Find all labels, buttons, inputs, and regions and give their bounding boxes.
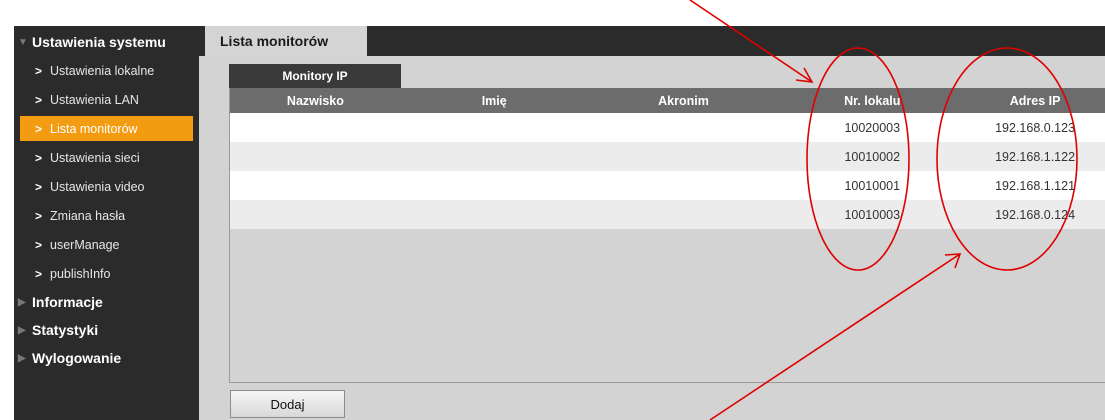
- cell-adres-ip: 192.168.1.121: [995, 178, 1076, 193]
- chevron-right-icon: >: [35, 63, 43, 78]
- cell-imie: [401, 171, 588, 200]
- chevron-right-icon: >: [35, 179, 43, 194]
- cell-nazwisko: [230, 142, 401, 171]
- table-row[interactable]: 10010003 192.168.0.124: [230, 200, 1105, 229]
- sidebar-item-ustawienia-lokalne[interactable]: > Ustawienia lokalne: [14, 56, 199, 85]
- subtab-label: Monitory IP: [282, 69, 348, 83]
- section-informacje[interactable]: ▶ Informacje: [14, 288, 199, 316]
- sidebar: ▼ Ustawienia systemu > Ustawienia lokaln…: [14, 26, 199, 420]
- cell-adres-ip: 192.168.0.123: [995, 120, 1076, 135]
- cell-nazwisko: [230, 113, 401, 142]
- column-header-adres-ip[interactable]: Adres IP: [965, 88, 1105, 113]
- tab-lista-monitorow[interactable]: Lista monitorów: [205, 26, 367, 56]
- section-wylogowanie[interactable]: ▶ Wylogowanie: [14, 344, 199, 372]
- cell-nr-lokalu: 10010002: [844, 149, 901, 164]
- triangle-right-icon: ▶: [18, 352, 26, 364]
- sidebar-item-label: Zmiana hasła: [50, 208, 126, 223]
- cell-adres-ip: 192.168.0.124: [995, 207, 1076, 222]
- table-row[interactable]: 10010001 192.168.1.121: [230, 171, 1105, 200]
- cell-adres-ip: 192.168.1.122: [995, 149, 1076, 164]
- tab-monitory-ip[interactable]: Monitory IP: [229, 64, 401, 88]
- triangle-right-icon: ▶: [18, 324, 26, 336]
- tab-label: Lista monitorów: [220, 33, 329, 49]
- cell-nr-lokalu: 10010003: [844, 207, 901, 222]
- column-header-akronim[interactable]: Akronim: [588, 88, 780, 113]
- cell-nr-lokalu: 10010001: [844, 178, 901, 193]
- chevron-right-icon: >: [35, 237, 43, 252]
- cell-nazwisko: [230, 171, 401, 200]
- section-label: Informacje: [32, 294, 103, 310]
- sidebar-item-ustawienia-lan[interactable]: > Ustawienia LAN: [14, 85, 199, 114]
- chevron-right-icon: >: [35, 121, 43, 136]
- sidebar-item-label: Ustawienia LAN: [50, 92, 139, 107]
- chevron-right-icon: >: [35, 150, 43, 165]
- sidebar-item-label: Lista monitorów: [50, 121, 138, 136]
- sidebar-item-ustawienia-sieci[interactable]: > Ustawienia sieci: [14, 143, 199, 172]
- sidebar-item-label: Ustawienia video: [50, 179, 145, 194]
- table-header: Nazwisko Imię Akronim Nr. lokalu Adres I…: [230, 88, 1105, 113]
- column-header-nazwisko[interactable]: Nazwisko: [230, 88, 401, 113]
- cell-nazwisko: [230, 200, 401, 229]
- sidebar-item-usermanage[interactable]: > userManage: [14, 230, 199, 259]
- column-header-imie[interactable]: Imię: [401, 88, 588, 113]
- sidebar-item-label: publishInfo: [50, 266, 111, 281]
- section-statystyki[interactable]: ▶ Statystyki: [14, 316, 199, 344]
- cell-akronim: [588, 200, 780, 229]
- cell-akronim: [588, 113, 780, 142]
- cell-nr-lokalu: 10020003: [844, 120, 901, 135]
- cell-akronim: [588, 142, 780, 171]
- chevron-right-icon: >: [35, 266, 43, 281]
- add-button[interactable]: Dodaj: [230, 390, 345, 418]
- sidebar-item-label: Ustawienia sieci: [50, 150, 140, 165]
- sidebar-item-publishinfo[interactable]: > publishInfo: [14, 259, 199, 288]
- table-row[interactable]: 10010002 192.168.1.122: [230, 142, 1105, 171]
- cell-imie: [401, 142, 588, 171]
- cell-akronim: [588, 171, 780, 200]
- triangle-down-icon: ▼: [18, 36, 28, 48]
- section-ustawienia-systemu[interactable]: ▼ Ustawienia systemu: [14, 28, 199, 56]
- chevron-right-icon: >: [35, 208, 43, 223]
- sidebar-item-lista-monitorow[interactable]: > Lista monitorów: [20, 116, 193, 141]
- sidebar-item-label: Ustawienia lokalne: [50, 63, 155, 78]
- table-row[interactable]: 10020003 192.168.0.123: [230, 113, 1105, 142]
- monitor-table: Nazwisko Imię Akronim Nr. lokalu Adres I…: [229, 88, 1105, 383]
- sidebar-item-label: userManage: [50, 237, 120, 252]
- section-label: Statystyki: [32, 322, 99, 338]
- triangle-right-icon: ▶: [18, 296, 26, 308]
- chevron-right-icon: >: [35, 92, 43, 107]
- section-label: Wylogowanie: [32, 350, 122, 366]
- sidebar-item-zmiana-hasla[interactable]: > Zmiana hasła: [14, 201, 199, 230]
- column-header-nr-lokalu[interactable]: Nr. lokalu: [779, 88, 965, 113]
- cell-imie: [401, 200, 588, 229]
- sidebar-item-ustawienia-video[interactable]: > Ustawienia video: [14, 172, 199, 201]
- section-label: Ustawienia systemu: [32, 34, 166, 50]
- cell-imie: [401, 113, 588, 142]
